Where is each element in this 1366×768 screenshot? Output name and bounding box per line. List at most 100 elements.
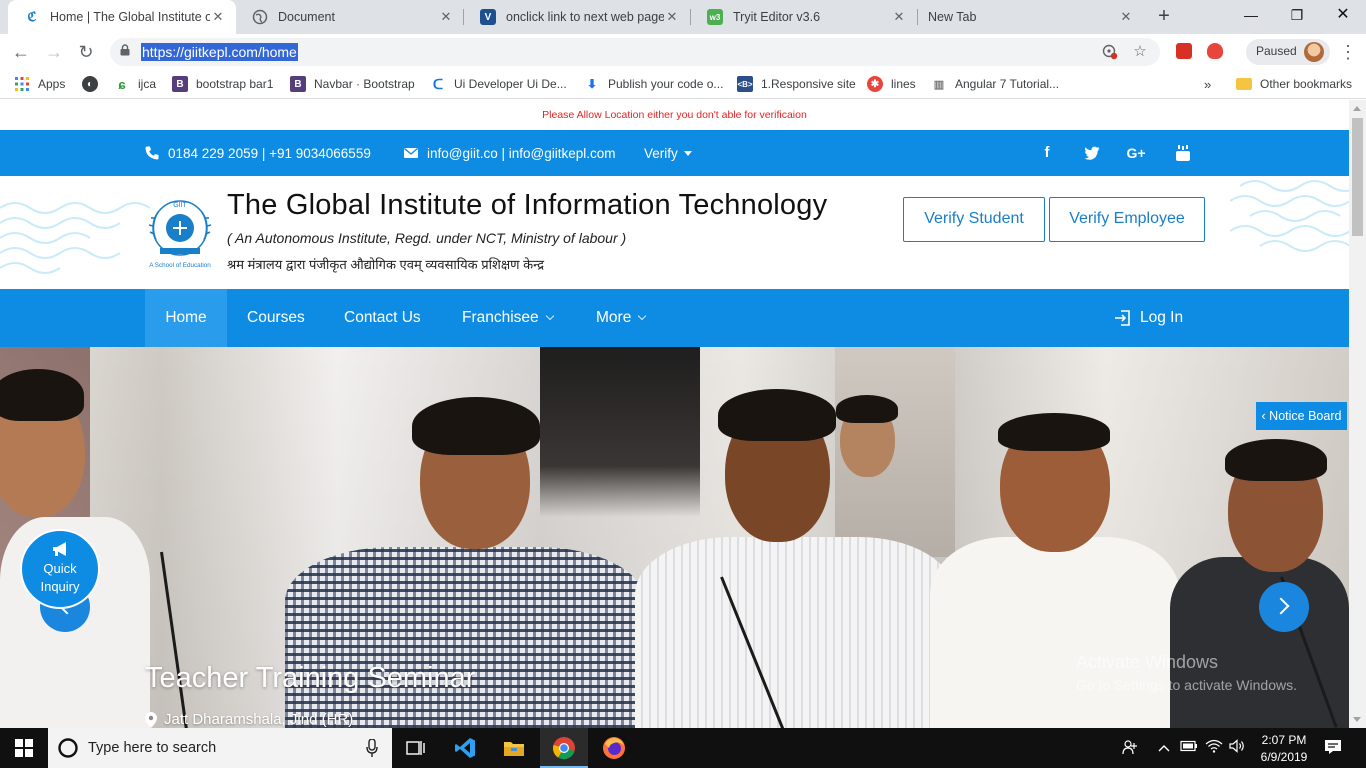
email-contact[interactable]: info@giit.co | info@giitkepl.com	[403, 144, 616, 162]
activate-windows-watermark: Activate Windows	[1076, 652, 1219, 672]
bookmark-responsive-site[interactable]: <B> 1.Responsive site	[737, 75, 856, 93]
twitter-icon[interactable]	[1083, 144, 1101, 162]
close-icon[interactable]: ✕	[210, 9, 226, 25]
file-explorer-taskbar-app[interactable]	[490, 728, 538, 768]
site-title: The Global Institute of Information Tech…	[227, 189, 828, 221]
tab-title: Home | The Global Institute of	[50, 10, 210, 24]
microphone-icon[interactable]	[366, 739, 378, 757]
kebab-menu-icon[interactable]: ⋮	[1338, 40, 1358, 64]
battery-icon[interactable]	[1180, 739, 1198, 757]
browser-tab[interactable]: ℭ Home | The Global Institute of ✕	[8, 0, 236, 34]
scroll-down-icon[interactable]	[1353, 717, 1361, 722]
giit-favicon-icon: ℭ	[27, 9, 37, 24]
tab-title: New Tab	[928, 10, 977, 24]
verify-student-button[interactable]: Verify Student	[903, 197, 1045, 242]
verify-employee-button[interactable]: Verify Employee	[1049, 197, 1205, 242]
bookmark-ui-developer[interactable]: ᑕ Ui Developer Ui De...	[430, 75, 567, 93]
slide-location-text: Jatt Dharamshala, Jind (HR)	[164, 711, 354, 728]
task-view-icon	[406, 741, 425, 755]
site-icon: ▥	[933, 78, 945, 91]
chevron-right-icon	[1272, 597, 1290, 615]
google-plus-icon[interactable]: G+	[1124, 144, 1148, 162]
start-button[interactable]	[0, 728, 48, 768]
bookmark-publish-code[interactable]: ⬇ Publish your code o...	[584, 75, 723, 93]
phone-contact[interactable]: 0184 229 2059 | +91 9034066559	[144, 144, 371, 162]
page-scrollbar[interactable]	[1349, 100, 1366, 728]
chevron-up-icon[interactable]	[1155, 739, 1173, 757]
bookmark-star-icon[interactable]: ☆	[1132, 44, 1148, 60]
scrollbar-thumb[interactable]	[1352, 118, 1363, 236]
firefox-taskbar-app[interactable]	[590, 728, 638, 768]
reload-button[interactable]: ↻	[73, 40, 99, 66]
nav-home[interactable]: Home	[145, 289, 227, 347]
close-window-button[interactable]: ✕	[1320, 0, 1366, 30]
bookmark-globe[interactable]: ◐	[82, 75, 106, 93]
location-blocked-icon[interactable]	[1102, 44, 1118, 60]
bookmark-navbar-bootstrap[interactable]: B Navbar · Bootstrap	[290, 75, 415, 93]
clock-time[interactable]: 2:07 PM	[1258, 733, 1310, 747]
bookmark-lines[interactable]: ✱ lines	[867, 75, 916, 93]
bookmark-bootstrap-bar1[interactable]: B bootstrap bar1	[172, 75, 273, 93]
nav-courses[interactable]: Courses	[247, 289, 305, 347]
browser-tab[interactable]: V onclick link to next web page - ✕	[464, 0, 690, 34]
bookmark-ijca[interactable]: ɕ ijca	[114, 75, 156, 93]
nav-more[interactable]: More	[596, 289, 647, 347]
logo-tagline: A School of Education	[149, 262, 211, 269]
chrome-icon	[552, 737, 575, 760]
quick-inquiry-button[interactable]: Quick Inquiry	[20, 529, 100, 609]
wifi-icon[interactable]	[1205, 739, 1223, 757]
caret-down-icon	[683, 150, 692, 156]
browser-tab[interactable]: New Tab ✕	[918, 0, 1144, 34]
verify-dropdown[interactable]: Verify	[644, 144, 692, 162]
bookmark-label: Angular 7 Tutorial...	[955, 77, 1060, 91]
login-link[interactable]: Log In	[1114, 289, 1183, 347]
bookmark-angular-tutorial[interactable]: ▥ Angular 7 Tutorial...	[931, 75, 1059, 93]
url-text[interactable]: https://giitkepl.com/home	[141, 43, 298, 61]
address-bar[interactable]: https://giitkepl.com/home ☆	[110, 38, 1160, 66]
firefox-icon	[603, 737, 625, 759]
scroll-up-icon[interactable]	[1353, 106, 1361, 111]
vscode-taskbar-app[interactable]	[441, 728, 489, 768]
nav-franchisee[interactable]: Franchisee	[462, 289, 554, 347]
slider-next-button[interactable]	[1259, 582, 1309, 632]
forward-button[interactable]: →	[41, 40, 67, 66]
bookmark-label: ijca	[138, 77, 157, 91]
close-icon[interactable]: ✕	[438, 9, 454, 25]
shield-extension-icon[interactable]	[1207, 43, 1223, 59]
bookmark-apps[interactable]: Apps	[14, 75, 65, 93]
task-view-button[interactable]	[392, 728, 440, 768]
people-icon[interactable]	[1121, 739, 1139, 757]
new-tab-button[interactable]: +	[1152, 5, 1176, 29]
back-button[interactable]: ←	[8, 40, 34, 66]
other-bookmarks-folder[interactable]: Other bookmarks	[1236, 75, 1352, 93]
close-icon[interactable]: ✕	[891, 9, 907, 25]
tab-title: onclick link to next web page -	[506, 10, 664, 24]
vscode-icon	[455, 738, 475, 758]
bookmarks-overflow-button[interactable]: »	[1204, 75, 1211, 93]
notice-board-button[interactable]: ‹ Notice Board	[1256, 402, 1347, 430]
chrome-taskbar-app[interactable]	[540, 728, 588, 768]
notification-center-icon[interactable]	[1324, 739, 1342, 757]
quick-inquiry-label: Quick	[43, 561, 77, 576]
minimize-button[interactable]: —	[1228, 0, 1274, 30]
maximize-button[interactable]: ❐	[1274, 0, 1320, 30]
clock-date[interactable]: 6/9/2019	[1255, 750, 1313, 764]
contact-bar: 0184 229 2059 | +91 9034066559 info@giit…	[0, 130, 1349, 176]
site-icon: ᑕ	[432, 75, 444, 92]
login-icon	[1115, 310, 1130, 326]
adblock-extension-icon[interactable]	[1176, 43, 1192, 59]
avatar	[1304, 42, 1324, 62]
close-icon[interactable]: ✕	[664, 9, 680, 25]
taskbar-search[interactable]: Type here to search	[48, 728, 392, 768]
browser-tab[interactable]: w3 Tryit Editor v3.6 ✕	[691, 0, 917, 34]
youtube-icon[interactable]	[1174, 144, 1192, 162]
volume-icon[interactable]	[1229, 739, 1247, 757]
facebook-icon[interactable]: f	[1038, 144, 1056, 162]
nav-contact-us[interactable]: Contact Us	[344, 289, 421, 347]
folder-icon	[1236, 78, 1252, 90]
activate-windows-watermark: Go to Settings to activate Windows.	[1076, 677, 1297, 693]
profile-button[interactable]: Paused	[1246, 39, 1330, 65]
close-icon[interactable]: ✕	[1118, 9, 1134, 25]
blogger-icon: <B>	[737, 76, 753, 92]
browser-tab[interactable]: Document ✕	[236, 0, 464, 34]
